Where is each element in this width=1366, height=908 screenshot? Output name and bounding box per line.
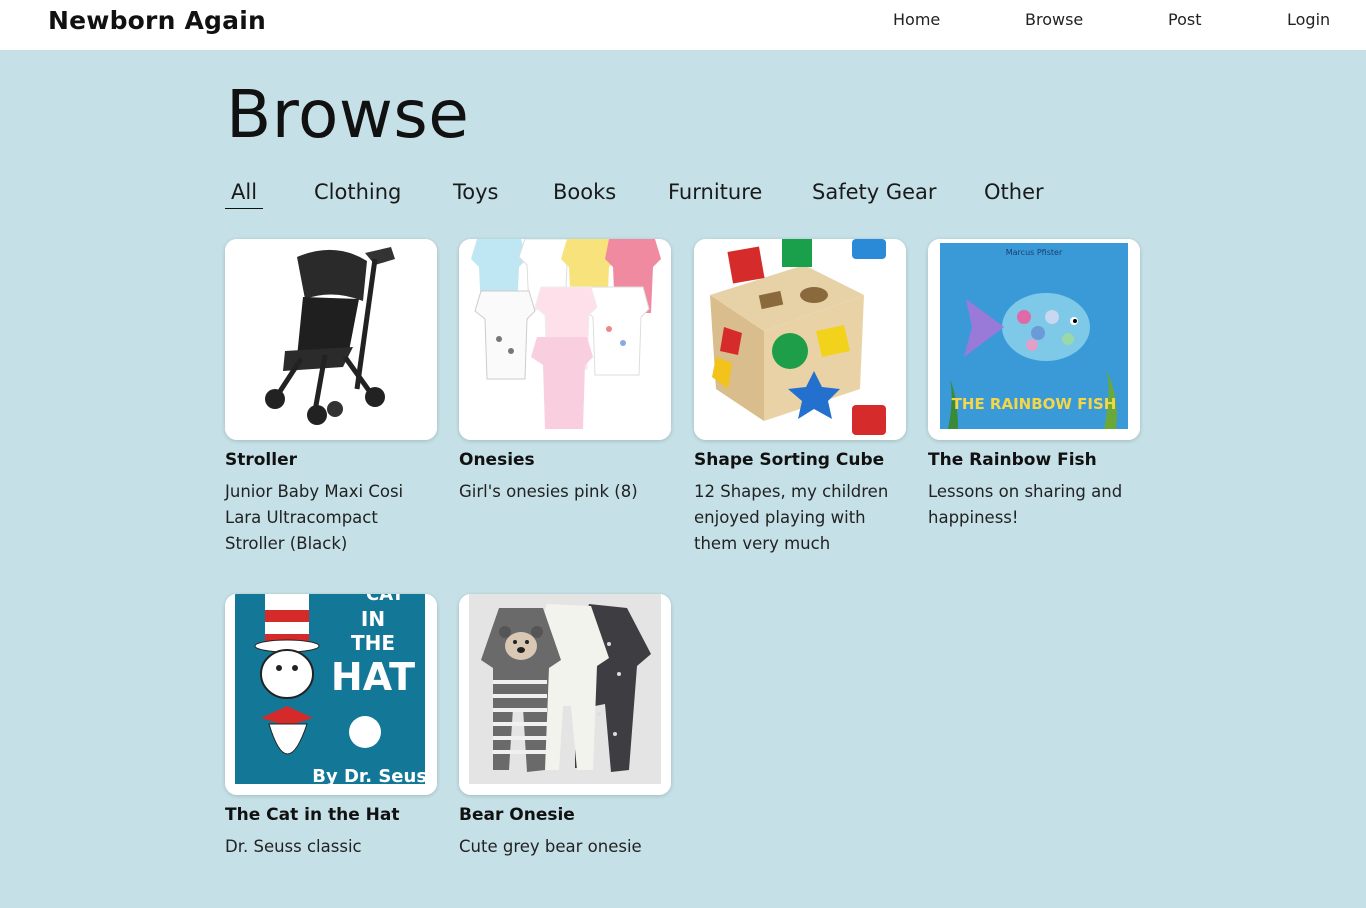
tab-other[interactable]: Other: [978, 180, 1050, 208]
top-navbar: Newborn Again Home Browse Post Login: [0, 0, 1366, 50]
card-description: 12 Shapes, my children enjoyed playing w…: [694, 482, 889, 553]
product-card[interactable]: CAT IN THE HAT By Dr. Seuss The Cat in t…: [225, 594, 437, 860]
tab-furniture[interactable]: Furniture: [662, 180, 768, 208]
card-description: Girl's onesies pink (8): [459, 482, 638, 501]
tab-toys[interactable]: Toys: [447, 180, 504, 208]
card-description: Dr. Seuss classic: [225, 837, 362, 856]
cover-word-the: THE: [351, 631, 395, 655]
rainbow-fish-cover[interactable]: Marcus Pfister THE RAINBOW FISH: [928, 239, 1140, 440]
nav-login[interactable]: Login: [1287, 10, 1330, 29]
cover-word-hat: HAT: [331, 655, 415, 699]
main-nav: Home Browse Post Login: [0, 10, 1366, 34]
product-card[interactable]: Onesies Girl's onesies pink (8): [459, 239, 671, 505]
tab-clothing[interactable]: Clothing: [308, 180, 407, 208]
card-title[interactable]: Bear Onesie: [459, 804, 671, 826]
card-title[interactable]: Stroller: [225, 449, 437, 471]
card-title[interactable]: The Rainbow Fish: [928, 449, 1140, 471]
product-card[interactable]: Shape Sorting Cube 12 Shapes, my childre…: [694, 239, 906, 557]
stroller-image[interactable]: [225, 239, 437, 440]
card-title[interactable]: Onesies: [459, 449, 671, 471]
tab-safety-gear[interactable]: Safety Gear: [806, 180, 943, 208]
shape-cube-image[interactable]: [694, 239, 906, 440]
card-description: Cute grey bear onesie: [459, 837, 642, 856]
card-title[interactable]: Shape Sorting Cube: [694, 449, 906, 471]
tab-books[interactable]: Books: [547, 180, 622, 208]
cover-word-cat: CAT: [366, 594, 405, 605]
category-tabs: All Clothing Toys Books Furniture Safety…: [0, 180, 1366, 214]
nav-post[interactable]: Post: [1168, 10, 1201, 29]
cover-author: By Dr. Seuss: [312, 766, 437, 787]
card-title[interactable]: The Cat in the Hat: [225, 804, 437, 826]
product-card[interactable]: Bear Onesie Cute grey bear onesie: [459, 594, 671, 860]
card-description: Junior Baby Maxi Cosi Lara Ultracompact …: [225, 482, 404, 553]
tab-all[interactable]: All: [225, 180, 264, 209]
product-card[interactable]: Marcus Pfister THE RAINBOW FISH The Rain…: [928, 239, 1140, 531]
cover-word-in: IN: [361, 607, 385, 631]
card-description: Lessons on sharing and happiness!: [928, 482, 1123, 527]
bear-onesie-image[interactable]: [459, 594, 671, 795]
onesies-image[interactable]: [459, 239, 671, 440]
nav-browse[interactable]: Browse: [1025, 10, 1083, 29]
cover-author: Marcus Pfister: [1006, 248, 1063, 257]
nav-home[interactable]: Home: [893, 10, 940, 29]
cat-in-hat-cover[interactable]: CAT IN THE HAT By Dr. Seuss: [225, 594, 437, 795]
page-title: Browse: [226, 76, 470, 153]
cover-title: THE RAINBOW FISH: [952, 395, 1117, 413]
product-card[interactable]: Stroller Junior Baby Maxi Cosi Lara Ultr…: [225, 239, 437, 557]
